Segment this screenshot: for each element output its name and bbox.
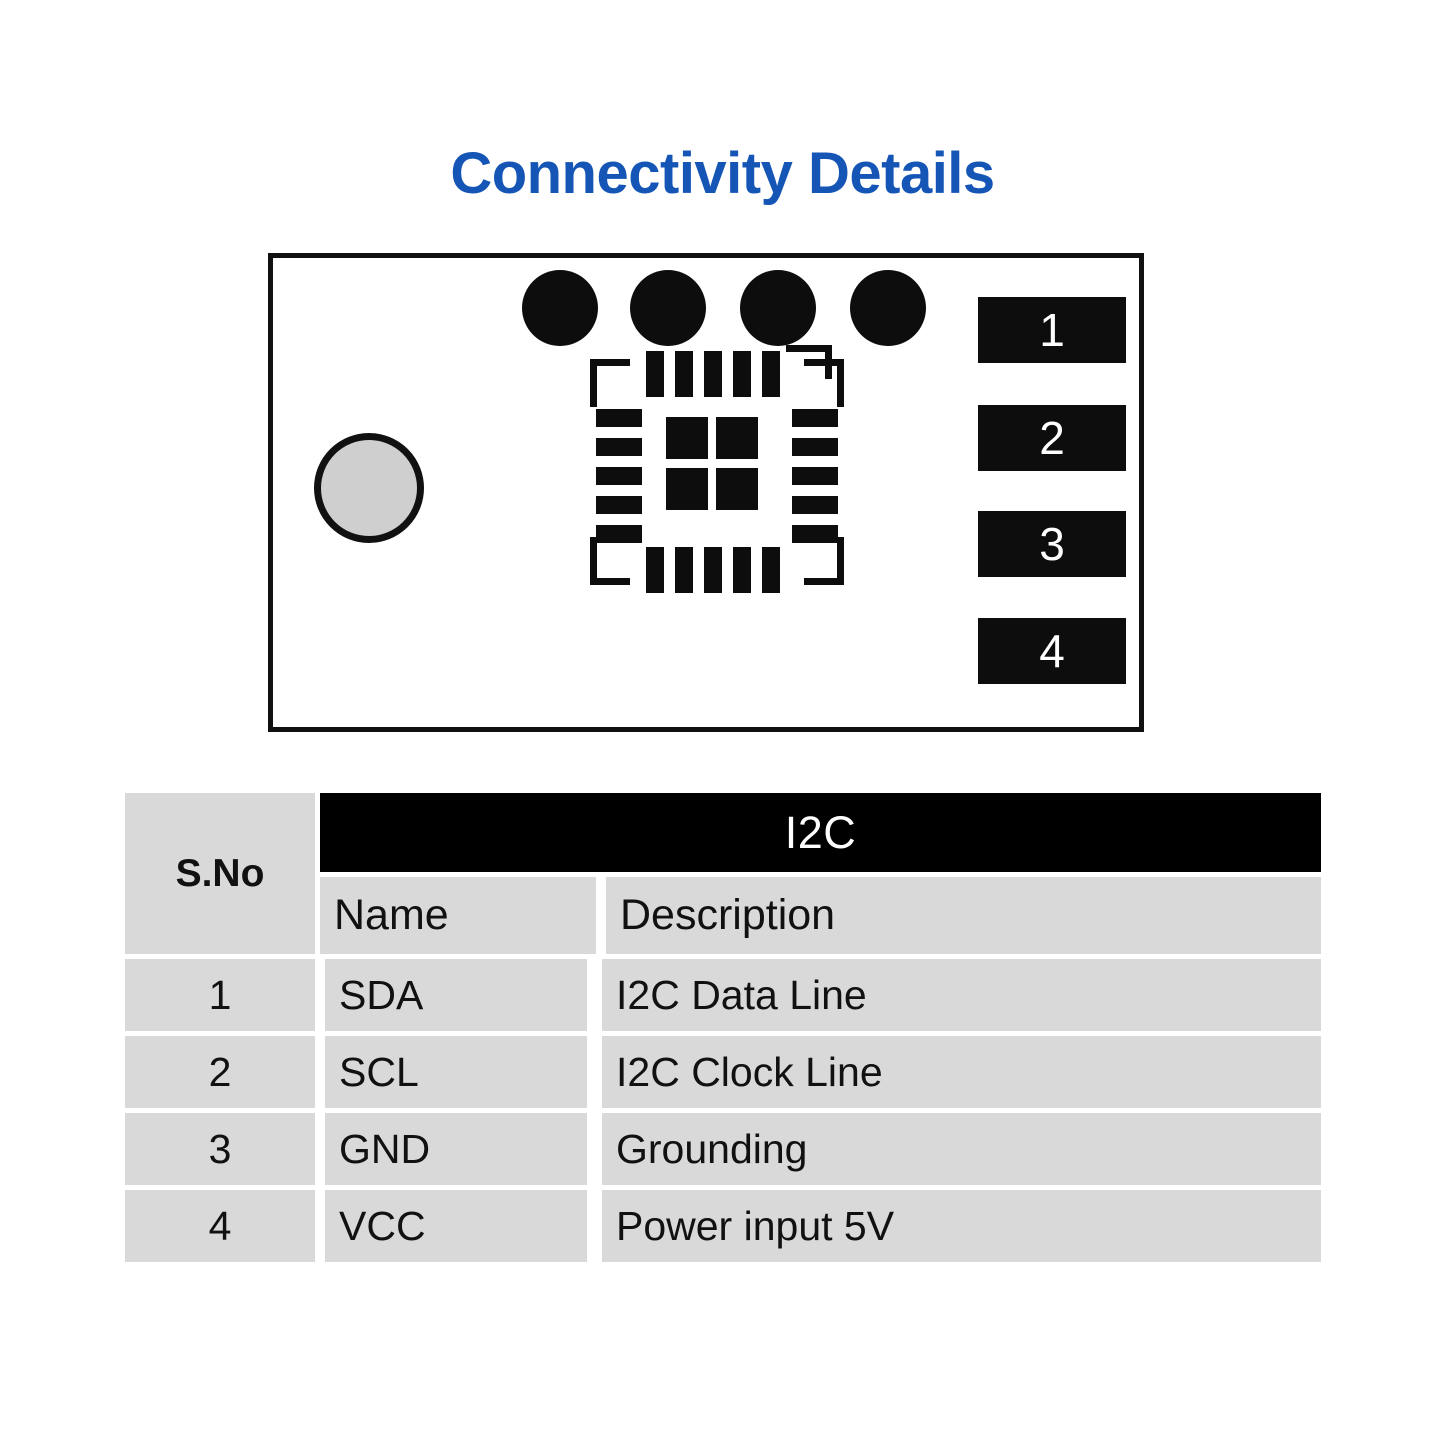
cell-name: GND	[325, 1113, 587, 1185]
table-row: 1 SDA I2C Data Line	[125, 959, 1321, 1031]
via-hole-3	[740, 270, 816, 346]
cell-sno: 4	[125, 1190, 315, 1262]
cell-sno: 1	[125, 959, 315, 1031]
column-header-description: Description	[606, 877, 1321, 954]
cell-description: I2C Data Line	[602, 959, 1321, 1031]
pin-pad-3: 3	[978, 511, 1126, 577]
group-header-i2c: I2C	[320, 793, 1321, 872]
table-header: S.No I2C Name Description	[125, 793, 1321, 954]
page-title: Connectivity Details	[450, 141, 995, 206]
via-hole-4	[850, 270, 926, 346]
mounting-hole-icon	[314, 433, 424, 543]
connectivity-table: S.No I2C Name Description 1 SDA I2C Data…	[125, 793, 1321, 1267]
via-hole-2	[630, 270, 706, 346]
table-subheader-row: Name Description	[320, 877, 1321, 954]
cell-name: SCL	[325, 1036, 587, 1108]
table-row: 3 GND Grounding	[125, 1113, 1321, 1185]
table-row: 2 SCL I2C Clock Line	[125, 1036, 1321, 1108]
pin-pad-1: 1	[978, 297, 1126, 363]
pcb-board-diagram: 1 2 3 4	[268, 253, 1144, 732]
cell-description: Power input 5V	[602, 1190, 1321, 1262]
column-header-name: Name	[320, 877, 596, 954]
cell-sno: 3	[125, 1113, 315, 1185]
table-row: 4 VCC Power input 5V	[125, 1190, 1321, 1262]
cell-name: VCC	[325, 1190, 587, 1262]
column-header-sno: S.No	[125, 793, 315, 954]
cell-description: I2C Clock Line	[602, 1036, 1321, 1108]
table-header-right: I2C Name Description	[320, 793, 1321, 954]
cell-description: Grounding	[602, 1113, 1321, 1185]
via-hole-1	[522, 270, 598, 346]
pin-pad-4: 4	[978, 618, 1126, 684]
pin-pad-2: 2	[978, 405, 1126, 471]
cell-name: SDA	[325, 959, 587, 1031]
chip-footprint-icon	[590, 345, 844, 599]
cell-sno: 2	[125, 1036, 315, 1108]
